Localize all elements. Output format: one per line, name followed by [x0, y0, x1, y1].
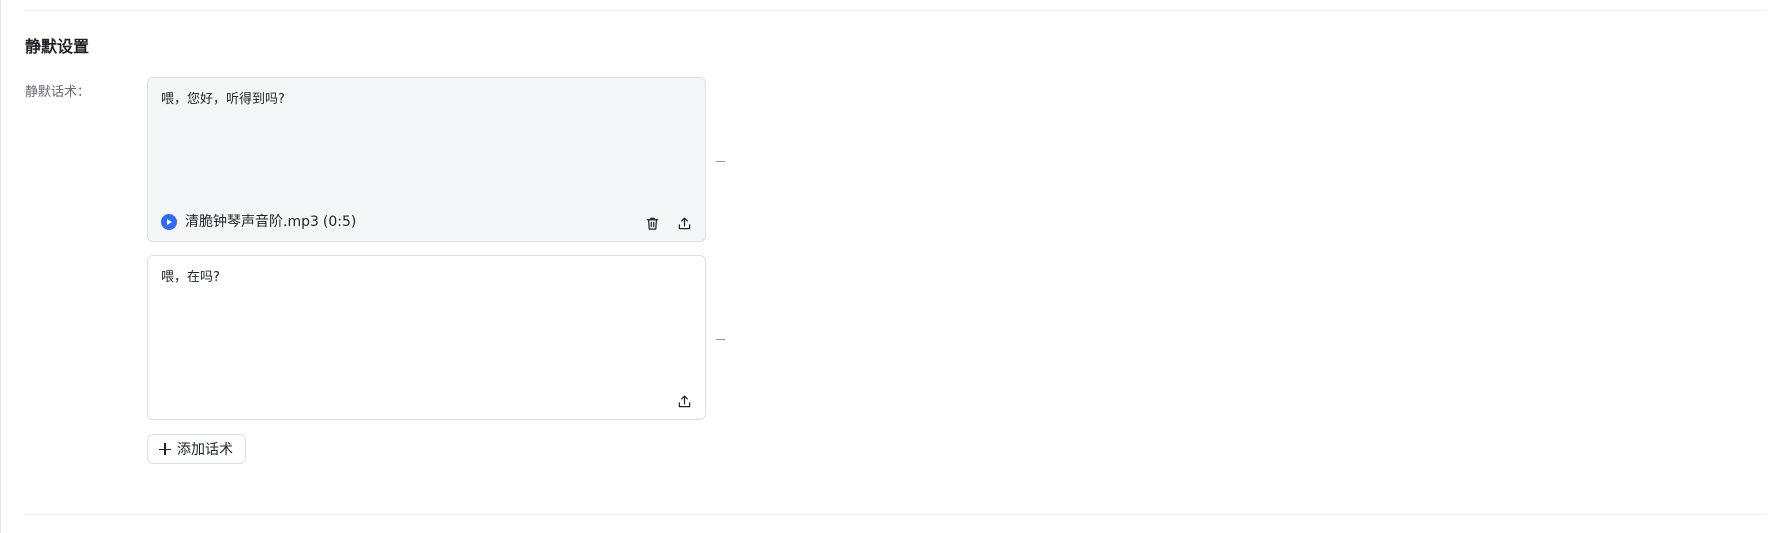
script-text-1[interactable]: 喂，您好，听得到吗? [161, 91, 285, 109]
section-divider-bottom [25, 514, 1765, 515]
audio-duration: (0:5) [322, 214, 357, 230]
add-script-button-label: 添加话术 [177, 442, 233, 458]
silence-script-label: 静默话术： [25, 85, 91, 100]
trash-icon[interactable] [643, 214, 661, 232]
plus-icon [159, 443, 171, 455]
play-circle-icon[interactable] [161, 214, 177, 230]
script-card-2[interactable]: 喂，在吗? [147, 255, 706, 420]
audio-file-name: 清脆钟琴声音阶.mp3 [185, 214, 319, 230]
card-actions-2 [661, 392, 693, 410]
add-script-button[interactable]: 添加话术 [147, 434, 246, 464]
upload-icon[interactable] [675, 392, 693, 410]
section-title: 静默设置 [25, 37, 90, 56]
script-text-2[interactable]: 喂，在吗? [161, 269, 220, 287]
remove-script-2-minus-icon[interactable] [716, 339, 725, 340]
script-card-1[interactable]: 喂，您好，听得到吗? 清脆钟琴声音阶.mp3 (0:5) [147, 77, 706, 242]
silence-settings-page: 静默设置 静默话术： 喂，您好，听得到吗? 清脆钟琴声音阶.mp3 (0:5) [0, 0, 1786, 533]
audio-attachment: 清脆钟琴声音阶.mp3 (0:5) [161, 212, 356, 232]
card-actions-1 [629, 214, 693, 232]
remove-script-1-minus-icon[interactable] [716, 161, 725, 162]
section-divider-top [25, 10, 1765, 11]
upload-icon[interactable] [675, 214, 693, 232]
panel-left-border [0, 0, 1, 533]
